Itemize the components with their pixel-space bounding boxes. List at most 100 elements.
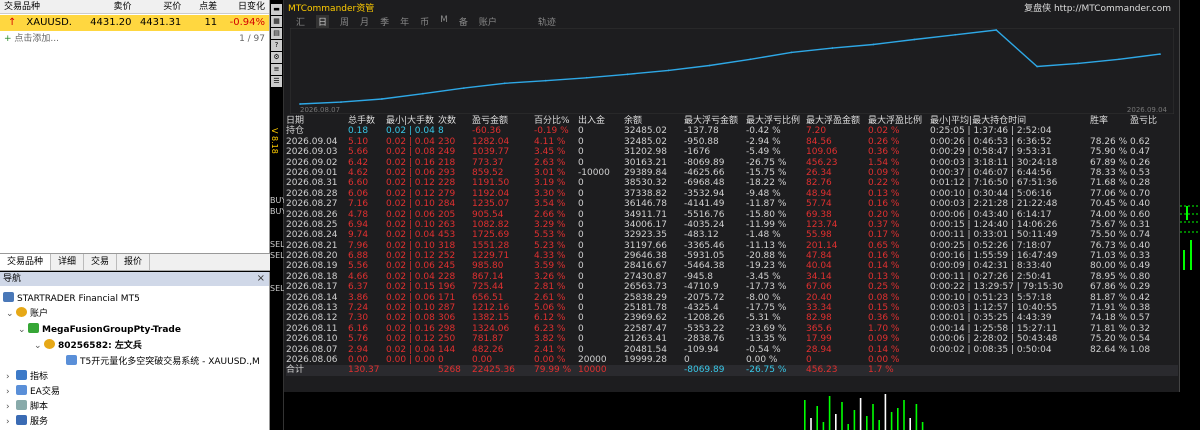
header-cell[interactable]: 出入金 (578, 116, 605, 126)
tab-details[interactable]: 详细 (51, 254, 85, 270)
nav-services[interactable]: › 服务 (6, 415, 48, 429)
tab-quarter[interactable]: 季 (380, 15, 389, 28)
help-icon[interactable]: ? (271, 40, 282, 51)
col-change[interactable]: 日变化 (221, 0, 269, 13)
col-spread[interactable]: 点差 (185, 0, 221, 13)
nav-indicators[interactable]: › 指标 (6, 370, 48, 384)
tab-day[interactable]: 日 (316, 15, 330, 28)
table-row[interactable]: 2026.08.21 7.96 0.02 | 0.10 318 1551.28 5.23 … (286, 241, 1178, 251)
equity-point (381, 98, 383, 100)
table-row[interactable]: 2026.08.10 5.76 0.02 | 0.12 250 781.87 3.82 %… (286, 334, 1178, 344)
tab-week[interactable]: 周 (340, 15, 349, 28)
table-cell: 0 (578, 178, 584, 189)
table-icon[interactable]: ▤ (271, 28, 282, 39)
table-row[interactable]: 2026.08.25 6.94 0.02 | 0.10 263 1082.82 3.29 … (286, 220, 1178, 230)
table-cell: 2026.09.02 (286, 157, 338, 168)
table-cell: 0.32 (1130, 323, 1151, 334)
nav-scripts[interactable]: › 脚本 (6, 400, 48, 414)
table-row[interactable]: 2026.08.19 5.56 0.02 | 0.06 245 985.80 3.59 %… (286, 261, 1178, 271)
header-cell[interactable]: 盈亏比 (1130, 116, 1157, 126)
nav-server[interactable]: ⌄ MegaFusionGroupPty-Trade (18, 323, 181, 337)
table-row[interactable]: 2026.08.06 0.00 0.00 | 0.00 0 0.00 0.00 % 2000… (286, 355, 1178, 365)
table-row[interactable]: 2026.08.31 6.60 0.02 | 0.12 228 1191.50 3.19 … (286, 178, 1178, 188)
settings-icon[interactable]: ⚙ (271, 52, 282, 63)
header-cell[interactable]: 最大浮亏比例 (746, 116, 800, 126)
nav-account[interactable]: ⌄ 80256582: 左文兵 (34, 339, 142, 353)
table-row[interactable]: 2026.08.13 7.24 0.02 | 0.10 287 1212.16 5.06 … (286, 303, 1178, 313)
table-row[interactable]: 2026.08.14 3.86 0.02 | 0.06 171 656.51 2.61 %… (286, 293, 1178, 303)
table-row[interactable]: 2026.08.12 7.30 0.02 | 0.08 306 1382.15 6.12 … (286, 313, 1178, 323)
menu-icon[interactable]: ☰ (271, 76, 282, 87)
table-cell: 1082.82 (472, 219, 510, 230)
table-cell: 19999.28 (624, 354, 667, 365)
equity-point (1036, 65, 1039, 68)
table-row[interactable]: 2026.08.17 6.37 0.02 | 0.15 196 725.44 2.81 %… (286, 282, 1178, 292)
grid-icon[interactable]: ▦ (271, 16, 282, 27)
table-cell: 78.26 % (1090, 136, 1128, 147)
list-icon[interactable]: ≡ (271, 64, 282, 75)
tab-account[interactable]: 账户 (479, 15, 497, 28)
table-cell: 0.00 (348, 354, 369, 365)
table-cell: 74.00 % (1090, 209, 1128, 220)
tab-currency[interactable]: 币 (420, 15, 429, 28)
tab-symbols[interactable]: 交易品种 (0, 254, 52, 270)
header-cell[interactable]: 最大浮亏金额 (684, 116, 738, 126)
table-row[interactable]: 2026.08.07 2.94 0.02 | 0.04 144 482.26 2.41 %… (286, 345, 1178, 355)
minimize-icon[interactable]: ▬ (271, 4, 282, 15)
tab-summary[interactable]: 汇 (296, 15, 305, 28)
tab-month[interactable]: 月 (360, 15, 369, 28)
panel-brand[interactable]: 复盘侠 http://MTCommander.com (1024, 1, 1171, 14)
candle-wick (1183, 250, 1185, 270)
header-cell[interactable]: 百分比% (534, 116, 570, 126)
table-cell: 0.13 % (868, 271, 900, 282)
table-cell: -10000 (578, 167, 610, 178)
tab-comment[interactable]: 备 (459, 15, 468, 28)
nav-ea-attached[interactable]: T5开元量化多空突破交易系统 - XAUUSD.,M (66, 355, 260, 369)
table-row[interactable]: 2026.08.11 6.16 0.02 | 0.16 298 1324.06 6.23 … (286, 324, 1178, 334)
header-cell[interactable]: 最小|大手数 (386, 116, 434, 126)
table-row[interactable]: 2026.08.18 4.66 0.02 | 0.04 228 867.14 3.26 %… (286, 272, 1178, 282)
col-ask[interactable]: 买价 (135, 0, 185, 13)
table-cell: 0.37 % (868, 219, 900, 230)
table-row[interactable]: 2026.08.27 7.16 0.02 | 0.10 284 1235.07 3.54 … (286, 199, 1178, 209)
tab-track[interactable]: 轨迹 (538, 15, 556, 28)
tab-year[interactable]: 年 (400, 15, 409, 28)
table-cell: 5.66 (348, 147, 369, 158)
header-cell[interactable]: 余额 (624, 116, 642, 126)
header-cell[interactable]: 次数 (438, 116, 456, 126)
col-symbol[interactable]: 交易品种 (0, 0, 84, 13)
tab-magic[interactable]: M (440, 15, 448, 28)
table-row[interactable]: 2026.08.28 6.06 0.02 | 0.12 279 1192.04 3.30 … (286, 189, 1178, 199)
header-cell[interactable]: 总手数 (348, 116, 375, 126)
header-cell[interactable]: 盈亏金额 (472, 116, 508, 126)
table-cell: 2026.09.01 (286, 167, 338, 178)
table-row[interactable]: 2026.09.02 6.42 0.02 | 0.16 218 773.37 2.63 %… (286, 158, 1178, 168)
table-row[interactable]: 2026.08.26 4.78 0.02 | 0.06 205 905.54 2.66 %… (286, 210, 1178, 220)
table-row[interactable]: 2026.09.01 4.62 0.02 | 0.06 293 859.52 3.01 %… (286, 168, 1178, 178)
table-cell: 7.16 (348, 199, 369, 210)
table-row[interactable]: 2026.09.04 5.10 0.02 | 0.04 230 1282.04 4.11 … (286, 137, 1178, 147)
table-cell: 0 (578, 147, 584, 158)
tab-trading[interactable]: 交易 (84, 254, 118, 270)
col-bid[interactable]: 卖价 (84, 0, 136, 13)
table-row[interactable]: 2026.08.20 6.88 0.02 | 0.12 252 1229.71 4.33 … (286, 251, 1178, 261)
tab-ticks[interactable]: 报价 (117, 254, 151, 270)
change-value: -0.94% (229, 17, 265, 28)
table-summary-row[interactable]: 合计 130.37 5268 22425.36 79.99 % 10000 -8069.89… (286, 365, 1178, 376)
close-icon[interactable]: × (257, 272, 265, 286)
header-cell[interactable]: 最大浮盈金额 (806, 116, 860, 126)
nav-broker[interactable]: STARTRADER Financial MT5 (3, 292, 140, 306)
table-row[interactable]: 2026.08.24 9.74 0.02 | 0.04 453 1725.69 5.53 … (286, 230, 1178, 240)
table-cell: 70.45 % (1090, 199, 1128, 210)
header-cell[interactable]: 日期 (286, 116, 304, 126)
table-cell: 29646.38 (624, 251, 667, 262)
nav-ea[interactable]: › EA交易 (6, 385, 60, 399)
header-cell[interactable]: 胜率 (1090, 116, 1108, 126)
table-row[interactable]: 持仓 0.18 0.02 | 0.04 8 -60.36 -0.19 % 0 32485.02… (286, 126, 1178, 136)
symbol-row[interactable]: ↑ XAUUSD. 4431.20 4431.31 11 -0.94% (0, 15, 269, 31)
header-cell[interactable]: 最大浮盈比例 (868, 116, 922, 126)
nav-accounts[interactable]: ⌄ 账户 (6, 307, 48, 321)
add-symbol-row[interactable]: + 点击添加... 1 / 97 (0, 31, 269, 47)
header-cell[interactable]: 最小|平均|最大持仓时间 (930, 116, 1026, 126)
table-row[interactable]: 2026.09.03 5.66 0.02 | 0.08 249 1039.77 3.45 … (286, 147, 1178, 157)
